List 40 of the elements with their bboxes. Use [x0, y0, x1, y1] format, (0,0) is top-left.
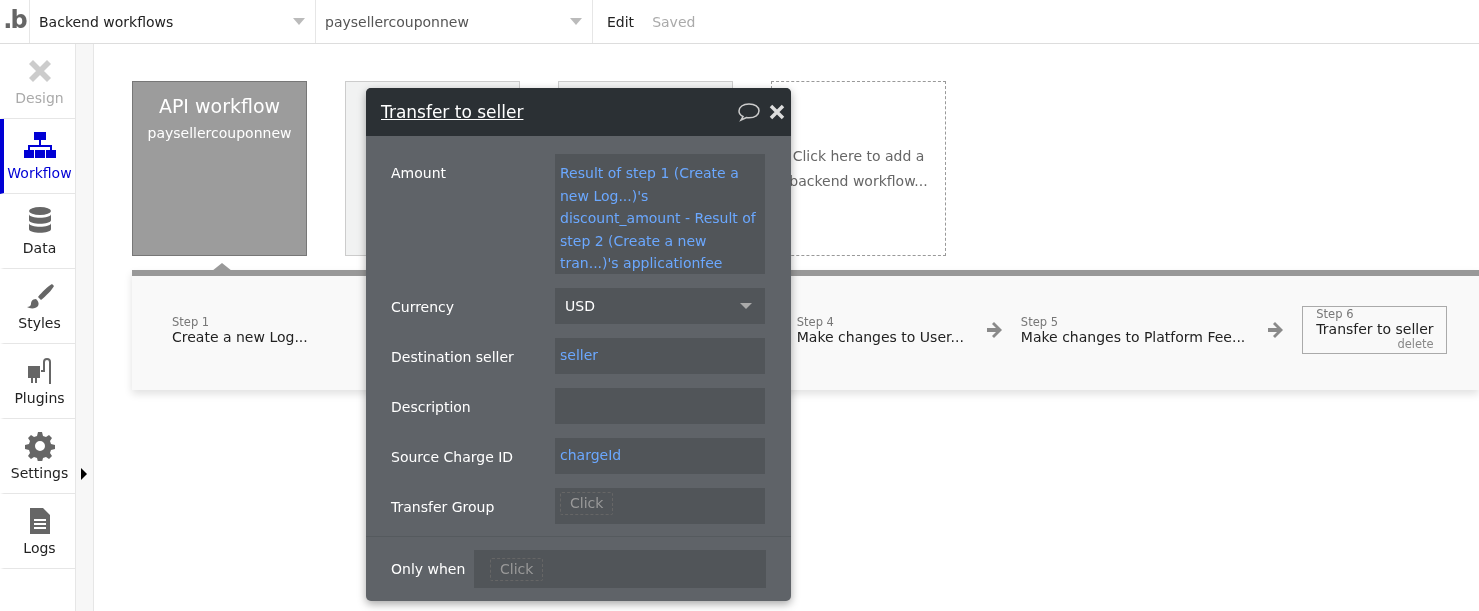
step-title: Make changes to User... [796, 329, 964, 345]
sidebar-label: Workflow [7, 165, 72, 181]
workflow-step[interactable]: Step 6 Transfer to seller delete [1302, 306, 1447, 354]
page-dropdown[interactable]: Backend workflows [30, 0, 316, 43]
save-status: Saved [652, 13, 696, 30]
workflow-step[interactable]: Step 5 Make changes to Platform Fee... [1020, 313, 1250, 347]
workflow-name: paysellercouponnew [146, 125, 293, 141]
step-number: Step 5 [1020, 315, 1059, 329]
sidebar-label: Design [15, 90, 64, 106]
step-number: Step 6 [1316, 307, 1355, 321]
step-title: Make changes to Platform Fee... [1020, 329, 1246, 345]
workflow-step[interactable]: Step 4 Make changes to User... [796, 313, 968, 347]
sidebar-label: Data [22, 240, 57, 256]
currency-dropdown[interactable]: USD [555, 288, 765, 324]
sidebar-tab[interactable]: Styles [0, 269, 75, 344]
field-label: Destination seller [391, 348, 515, 365]
workflow-step[interactable]: Step 1 Create a new Log... [172, 313, 312, 347]
step-number: Step 1 [172, 315, 211, 329]
delete-link[interactable]: delete [1316, 337, 1434, 351]
sidebar-tab[interactable]: Settings [0, 419, 75, 494]
step-number: Step 4 [796, 315, 835, 329]
field-label: Source Charge ID [391, 448, 515, 465]
workflow-type: API workflow [157, 95, 282, 117]
app-logo[interactable]: .b [0, 0, 30, 43]
field-label: Transfer Group [391, 498, 496, 515]
sidebar-label: Plugins [14, 390, 65, 406]
field-label: Amount [391, 164, 447, 181]
sidebar-label: Settings [10, 465, 69, 481]
sidebar-label: Logs [23, 540, 56, 556]
workflow-dropdown[interactable]: paysellercouponnew [316, 0, 593, 43]
edit-menu[interactable]: Edit [607, 13, 635, 30]
sidebar-tab[interactable]: Logs [0, 494, 75, 569]
sidebar-label: Styles [18, 315, 61, 331]
sidebar-tab[interactable]: Data [0, 194, 75, 269]
field-label: Only when [391, 561, 467, 577]
step-title: Create a new Log... [172, 329, 308, 345]
sidebar-tab[interactable]: Plugins [0, 344, 75, 419]
step-title: Transfer to seller [1316, 321, 1434, 337]
field-label: Description [391, 398, 472, 415]
field-label: Currency [391, 298, 456, 315]
